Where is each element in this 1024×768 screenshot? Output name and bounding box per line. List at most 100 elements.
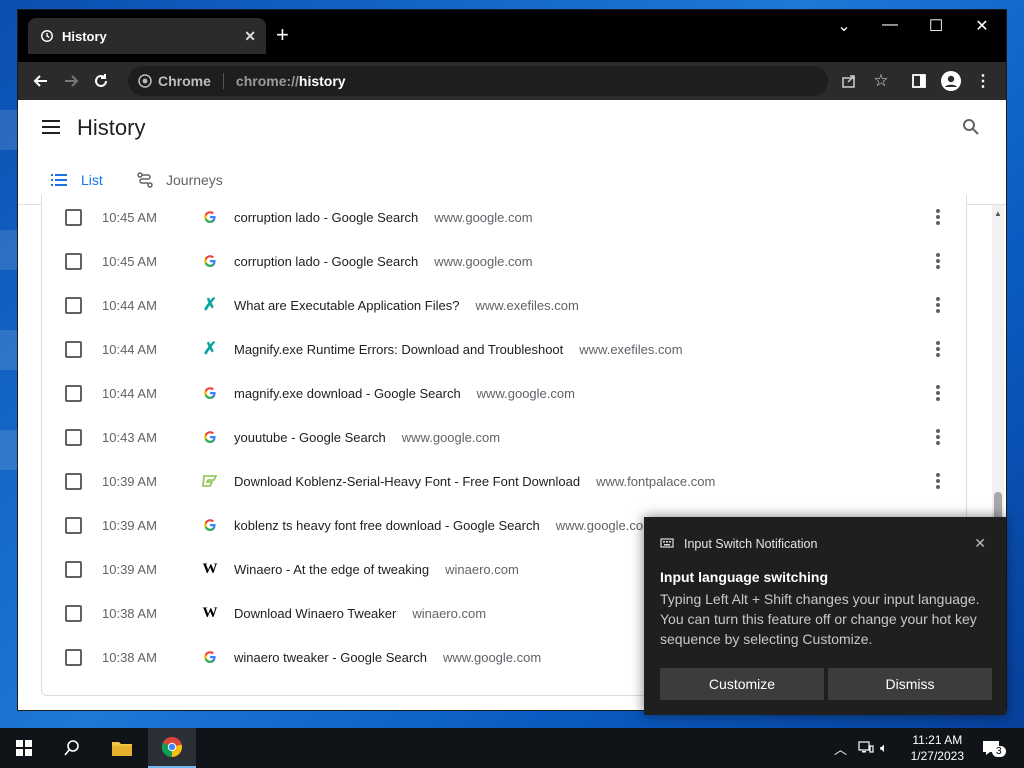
more-actions-icon[interactable] — [936, 297, 940, 315]
history-row[interactable]: 10:44 AM magnify.exe download - Google Se… — [42, 371, 966, 415]
customize-button[interactable]: Customize — [660, 668, 824, 700]
url-host: history — [298, 73, 346, 89]
scroll-up-icon[interactable]: ▲ — [994, 209, 1002, 218]
history-row-title[interactable]: Download Winaero Tweaker — [234, 606, 396, 621]
close-notification-icon[interactable]: ✕ — [974, 535, 986, 552]
history-row-checkbox[interactable] — [65, 252, 82, 270]
history-row-checkbox[interactable] — [65, 340, 82, 358]
close-window-button[interactable]: ✕ — [964, 16, 1000, 36]
address-bar[interactable]: Chrome chrome://history — [128, 66, 828, 96]
history-row-checkbox[interactable] — [65, 560, 82, 578]
desktop-icon[interactable] — [0, 110, 18, 150]
history-row-title[interactable]: Magnify.exe Runtime Errors: Download and… — [234, 342, 563, 357]
google-favicon-icon — [202, 517, 218, 533]
chrome-site-icon — [138, 74, 152, 88]
history-row-checkbox[interactable] — [65, 208, 82, 226]
show-hidden-icons[interactable]: ︿ — [834, 728, 847, 768]
history-row-time: 10:45 AM — [102, 209, 157, 225]
history-row[interactable]: 10:45 AM corruption lado - Google Search w… — [42, 239, 966, 283]
history-row-checkbox[interactable] — [65, 296, 82, 314]
desktop-icon[interactable] — [0, 430, 18, 470]
tab-search-icon[interactable]: ⌄ — [826, 16, 862, 36]
history-row-checkbox[interactable] — [65, 472, 82, 490]
tab-title: History — [62, 28, 107, 44]
action-center-button[interactable]: 3 — [982, 728, 1006, 768]
history-row-checkbox[interactable] — [65, 428, 82, 446]
history-row-checkbox[interactable] — [65, 516, 82, 534]
history-row-title[interactable]: corruption lado - Google Search — [234, 254, 418, 269]
chrome-menu-button[interactable]: ⋮ — [968, 66, 998, 96]
history-row-title[interactable]: winaero tweaker - Google Search — [234, 650, 427, 665]
volume-control[interactable]: 🔈︎ — [880, 728, 888, 768]
history-row-title[interactable]: Download Koblenz-Serial-Heavy Font - Fre… — [234, 474, 580, 489]
history-row-title[interactable]: koblenz ts heavy font free download - Go… — [234, 518, 540, 533]
exefiles-favicon-icon: ✗ — [202, 339, 218, 358]
history-row[interactable]: 10:44 AM ✗ Magnify.exe Runtime Errors: Dow… — [42, 327, 966, 371]
page-title: History — [77, 115, 146, 140]
dismiss-button[interactable]: Dismiss — [828, 668, 992, 700]
star-icon: ☆ — [873, 71, 889, 90]
notification-title: Input language switching — [660, 569, 828, 585]
clock-date: 1/27/2023 — [910, 749, 964, 763]
desktop-icon[interactable] — [0, 230, 18, 270]
omnibox-separator — [222, 73, 224, 89]
clock-time: 11:21 AM — [912, 733, 963, 747]
history-row-time: 10:39 AM — [102, 517, 157, 533]
more-actions-icon[interactable] — [936, 473, 940, 491]
history-row[interactable]: 10:44 AM ✗ What are Executable Application… — [42, 283, 966, 327]
desktop-icon[interactable] — [0, 330, 18, 370]
history-row-title[interactable]: What are Executable Application Files? — [234, 298, 459, 313]
more-actions-icon[interactable] — [936, 385, 940, 403]
file-explorer-button[interactable] — [98, 728, 146, 768]
history-header: History — [18, 100, 1006, 158]
history-row[interactable]: 10:39 AM Download Koblenz-Serial-Heavy Fo… — [42, 459, 966, 503]
list-icon — [51, 174, 67, 186]
history-row-domain: winaero.com — [445, 561, 519, 577]
winaero-favicon-icon: W — [202, 560, 218, 577]
history-row-title[interactable]: corruption lado - Google Search — [234, 210, 418, 225]
browser-toolbar: Chrome chrome://history ☆ ⋮ — [18, 62, 1006, 100]
history-row-checkbox[interactable] — [65, 384, 82, 402]
history-row-title[interactable]: Winaero - At the edge of tweaking — [234, 562, 429, 577]
more-actions-icon[interactable] — [936, 429, 940, 447]
input-switch-notification: Input Switch Notification ✕ Input langua… — [644, 517, 1006, 715]
reload-button[interactable] — [86, 66, 116, 96]
maximize-button[interactable]: ☐ — [918, 16, 954, 36]
more-actions-icon[interactable] — [936, 209, 940, 227]
browser-tab-history[interactable]: History ✕ — [28, 18, 266, 54]
history-row-domain: www.google.com — [555, 517, 654, 533]
history-icon — [41, 30, 53, 42]
history-row-time: 10:39 AM — [102, 561, 157, 577]
system-clock[interactable]: 11:21 AM 1/27/2023 — [911, 732, 964, 764]
share-icon — [842, 75, 855, 88]
hamburger-menu-icon[interactable] — [42, 120, 60, 134]
folder-icon — [112, 742, 132, 756]
more-actions-icon[interactable] — [936, 253, 940, 271]
network-status[interactable] — [858, 728, 874, 768]
search-icon[interactable] — [962, 118, 980, 136]
history-row[interactable]: 10:45 AM corruption lado - Google Search w… — [42, 195, 966, 239]
forward-button[interactable] — [56, 66, 86, 96]
forward-arrow-icon — [65, 75, 79, 87]
tab-list-label: List — [81, 172, 103, 188]
history-row-domain: www.fontpalace.com — [596, 473, 716, 489]
side-panel-button[interactable] — [904, 66, 934, 96]
history-row-title[interactable]: youutube - Google Search — [234, 430, 386, 445]
back-button[interactable] — [26, 66, 56, 96]
history-row-checkbox[interactable] — [65, 648, 82, 666]
share-button[interactable] — [834, 66, 864, 96]
minimize-button[interactable]: — — [872, 16, 908, 34]
taskbar-search-button[interactable] — [48, 728, 96, 768]
bookmark-button[interactable]: ☆ — [866, 66, 896, 96]
more-actions-icon[interactable] — [936, 341, 940, 359]
history-row-domain: www.exefiles.com — [579, 341, 683, 357]
history-row-time: 10:44 AM — [102, 297, 157, 313]
history-row-title[interactable]: magnify.exe download - Google Search — [234, 386, 461, 401]
profile-button[interactable] — [936, 66, 966, 96]
chrome-taskbar-button[interactable] — [148, 728, 196, 768]
history-row[interactable]: 10:43 AM youutube - Google Search www.goog… — [42, 415, 966, 459]
history-row-checkbox[interactable] — [65, 604, 82, 622]
new-tab-button[interactable]: + — [276, 24, 289, 46]
close-tab-icon[interactable]: ✕ — [244, 28, 256, 45]
start-button[interactable] — [0, 728, 48, 768]
